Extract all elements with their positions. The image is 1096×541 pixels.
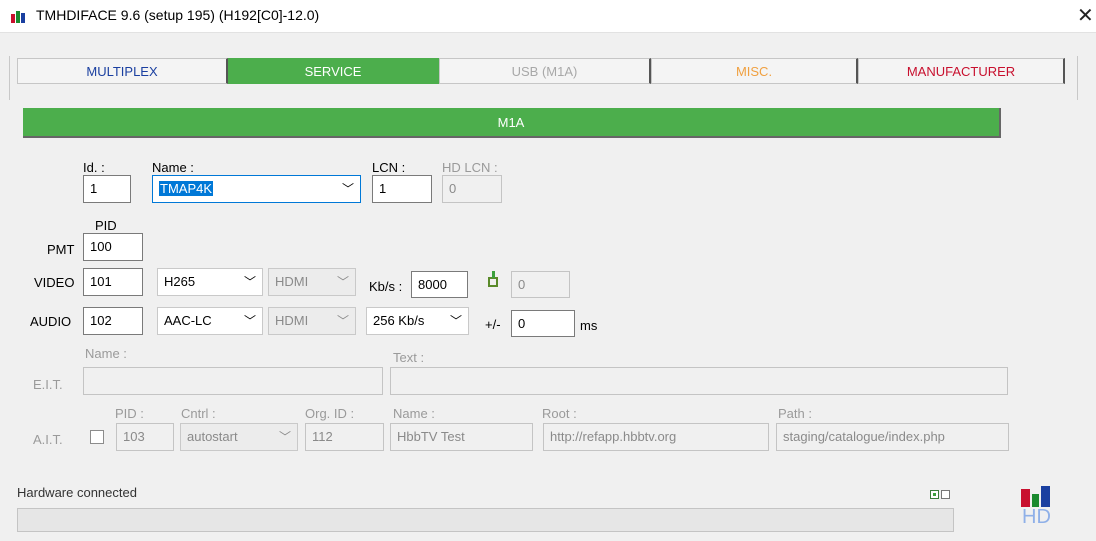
window-title: TMHDIFACE 9.6 (setup 195) (H192[C0]-12.0… <box>36 7 320 23</box>
video-bitrate-field[interactable]: 8000 <box>411 271 468 298</box>
hd-logo: HD <box>1021 486 1061 530</box>
video-extra-field[interactable]: 0 <box>511 271 570 298</box>
tab-multiplex[interactable]: MULTIPLEX <box>17 58 228 84</box>
tab-usb[interactable]: USB (M1A) <box>439 58 651 84</box>
ait-cntrl-select[interactable]: autostart ﹀ <box>180 423 298 451</box>
chevron-down-icon[interactable]: ﹀ <box>450 308 462 334</box>
ait-pid-label: PID : <box>115 406 144 421</box>
audio-label: AUDIO <box>30 314 72 329</box>
eit-name-field[interactable] <box>83 367 383 395</box>
status-text: Hardware connected <box>17 485 137 500</box>
kbs-label: Kb/s : <box>369 279 403 294</box>
chevron-down-icon: ﹀ <box>336 314 349 328</box>
chevron-down-icon[interactable]: ﹀ <box>244 308 256 334</box>
ait-orgid-field[interactable]: 112 <box>305 423 384 451</box>
video-source-select[interactable]: HDMI ﹀ <box>268 268 356 296</box>
audio-rate-select[interactable]: 256 Kb/s ﹀ <box>366 307 469 335</box>
logo-text: HD <box>1022 506 1051 528</box>
pmt-field[interactable]: 100 <box>83 233 143 261</box>
id-field[interactable]: 1 <box>83 175 131 203</box>
audio-codec-value: AAC-LC <box>164 313 212 328</box>
ait-cntrl-value: autostart <box>187 429 238 444</box>
video-label: VIDEO <box>34 275 75 290</box>
ait-path-label: Path : <box>778 406 812 421</box>
ait-root-label: Root : <box>542 406 577 421</box>
audio-offset-field[interactable]: 0 <box>511 310 575 337</box>
ait-name-field[interactable]: HbbTV Test <box>390 423 533 451</box>
id-label: Id. : <box>83 160 105 175</box>
name-value: TMAP4K <box>159 181 214 196</box>
name-combobox[interactable]: TMAP4K ﹀ <box>152 175 361 203</box>
tab-label: SERVICE <box>304 64 362 79</box>
ait-cntrl-label: Cntrl : <box>181 406 216 421</box>
chevron-down-icon: ﹀ <box>278 430 291 444</box>
tab-misc[interactable]: MISC. <box>651 58 858 84</box>
connection-indicator-off-icon <box>941 490 950 499</box>
lcn-field[interactable]: 1 <box>372 175 432 203</box>
offset-unit: ms <box>580 318 598 333</box>
audio-rate-value: 256 Kb/s <box>373 313 425 328</box>
close-icon[interactable]: ✕ <box>1077 3 1094 28</box>
ait-enable-checkbox[interactable] <box>90 430 104 444</box>
chevron-down-icon: ﹀ <box>336 275 349 289</box>
tab-label: MANUFACTURER <box>906 64 1016 79</box>
audio-source-value: HDMI <box>275 313 309 328</box>
ait-path-field[interactable]: staging/catalogue/index.php <box>776 423 1009 451</box>
offset-label: +/- <box>485 317 501 332</box>
chevron-down-icon[interactable]: ﹀ <box>244 269 256 295</box>
app-icon <box>11 9 27 25</box>
tab-label: USB (M1A) <box>511 64 578 79</box>
hdlcn-label: HD LCN : <box>442 160 498 175</box>
eit-name-label: Name : <box>85 346 127 361</box>
ait-pid-field[interactable]: 103 <box>116 423 174 451</box>
ait-name-label: Name : <box>393 406 435 421</box>
video-codec-select[interactable]: H265 ﹀ <box>157 268 263 296</box>
hdlcn-field[interactable]: 0 <box>442 175 502 203</box>
pid-header: PID <box>95 218 117 233</box>
ait-orgid-label: Org. ID : <box>305 406 355 421</box>
audio-codec-select[interactable]: AAC-LC ﹀ <box>157 307 263 335</box>
video-source-value: HDMI <box>275 274 309 289</box>
video-pid-field[interactable]: 101 <box>83 268 143 296</box>
lcn-label: LCN : <box>372 160 406 175</box>
ait-root-field[interactable]: http://refapp.hbbtv.org <box>543 423 769 451</box>
pmt-label: PMT <box>47 242 75 257</box>
tab-service[interactable]: SERVICE <box>228 58 439 84</box>
status-progress-bar <box>17 508 954 532</box>
ait-label: A.I.T. <box>33 432 63 447</box>
service-bar-m1a[interactable]: M1A <box>23 108 1001 138</box>
bitrate-lock-icon[interactable] <box>486 271 500 287</box>
chevron-down-icon[interactable]: ﹀ <box>342 176 354 202</box>
name-label: Name : <box>152 160 194 175</box>
tab-manufacturer[interactable]: MANUFACTURER <box>858 58 1065 84</box>
eit-label: E.I.T. <box>33 377 63 392</box>
tab-label: MISC. <box>735 64 773 79</box>
eit-text-field[interactable] <box>390 367 1008 395</box>
audio-pid-field[interactable]: 102 <box>83 307 143 335</box>
eit-text-label: Text : <box>393 350 425 365</box>
connection-indicator-on-icon <box>930 490 939 499</box>
video-codec-value: H265 <box>164 274 196 289</box>
tab-label: MULTIPLEX <box>86 64 158 79</box>
audio-source-select[interactable]: HDMI ﹀ <box>268 307 356 335</box>
